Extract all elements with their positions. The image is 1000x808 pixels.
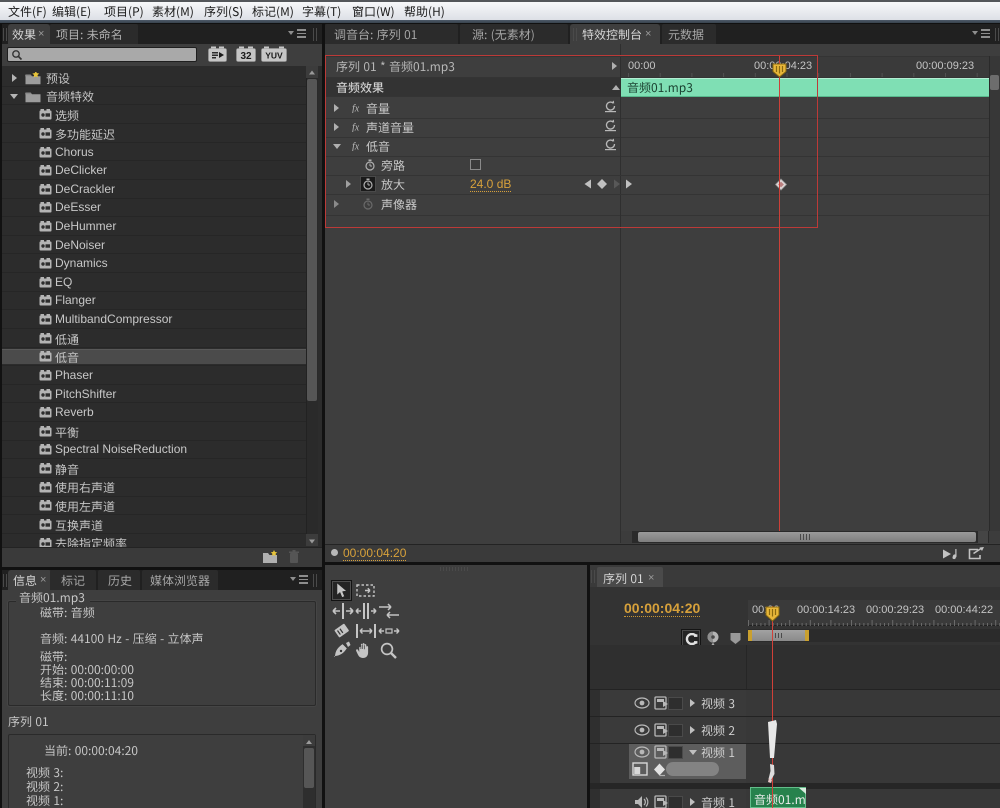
svg-text:YUV: YUV — [265, 51, 283, 61]
svg-text:32: 32 — [240, 51, 252, 62]
